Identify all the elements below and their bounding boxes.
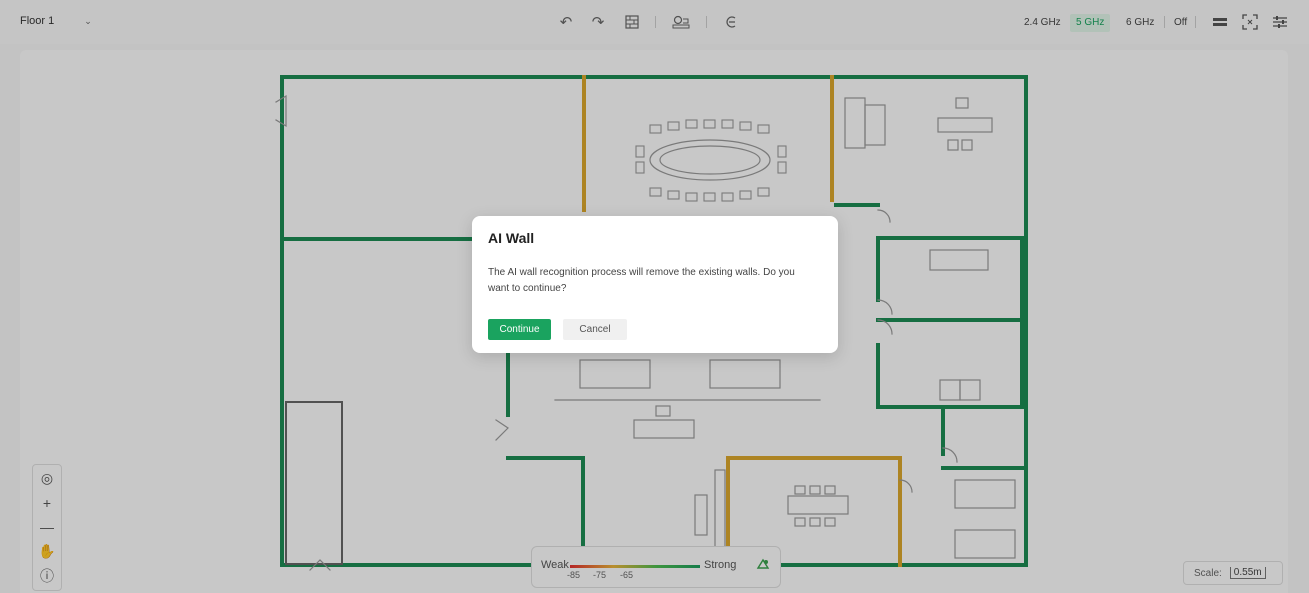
ai-wall-dialog: AI Wall The AI wall recognition process … (472, 216, 838, 353)
continue-button[interactable]: Continue (488, 319, 551, 340)
dialog-message: The AI wall recognition process will rem… (488, 267, 795, 294)
cancel-button[interactable]: Cancel (563, 319, 627, 340)
floor-plan-app: Floor 1 ⌄ ↶ ↷ 2.4 GHz 5 GHz 6 GHz Off ◎ … (0, 0, 1309, 593)
dialog-title: AI Wall (488, 230, 535, 246)
